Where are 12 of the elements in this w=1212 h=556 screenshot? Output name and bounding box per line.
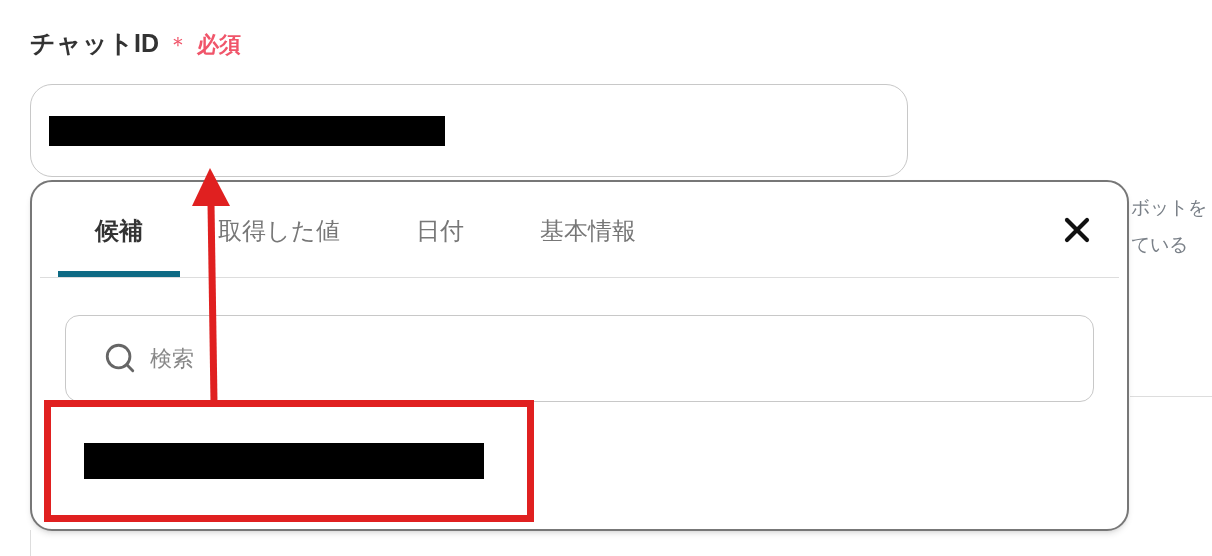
search-icon	[103, 341, 137, 375]
tab[interactable]: 基本情報	[502, 181, 674, 277]
tab[interactable]: 取得した値	[180, 181, 378, 277]
search-field[interactable]: 検索	[65, 315, 1094, 402]
required-mark: ＊	[167, 30, 189, 59]
chat-id-field[interactable]	[30, 84, 908, 177]
help-text: ボットを	[1131, 196, 1207, 220]
required-label: 必須	[197, 30, 241, 59]
tab[interactable]: 日付	[378, 181, 502, 277]
tab[interactable]: 候補	[58, 181, 180, 277]
field-label: チャットID	[30, 28, 159, 60]
help-text: ている	[1131, 232, 1189, 257]
